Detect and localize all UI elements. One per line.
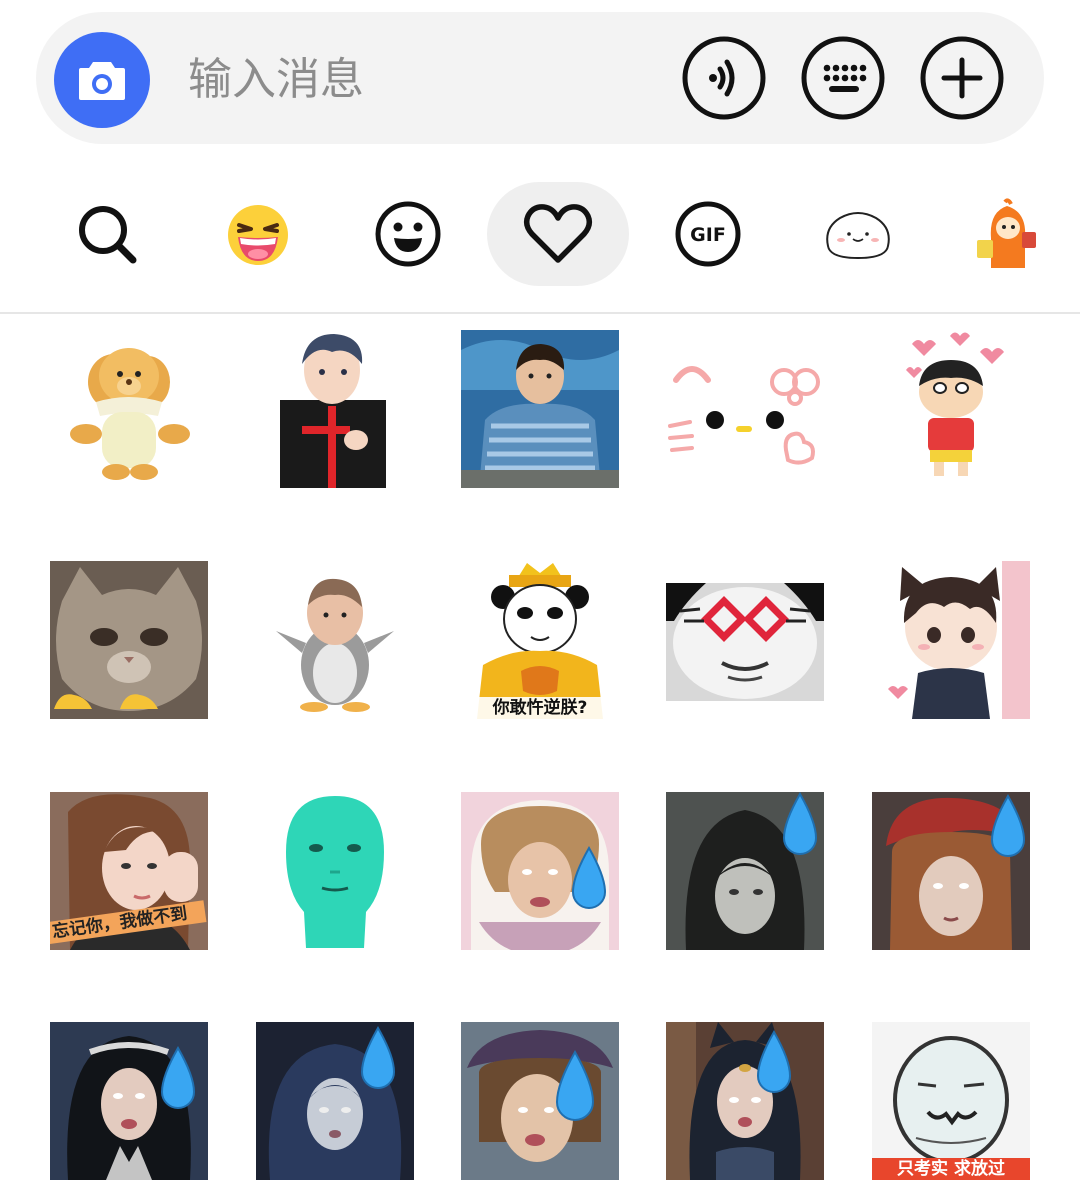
gif-icon: GIF [675,201,741,267]
bun-face-icon [826,212,890,260]
camera-button[interactable] [54,32,150,128]
sticker-cat-closeup[interactable] [50,561,208,719]
search-icon [79,206,137,264]
tab-emoji[interactable] [337,182,479,286]
tab-bun-stickers[interactable] [787,182,929,286]
sticker-chibi-catboy[interactable] [872,561,1030,719]
sticker-caption: 你敢忤逆朕? [461,697,619,719]
sticker-panda-emperor[interactable]: 你敢忤逆朕? [461,561,619,719]
tab-character-stickers[interactable] [937,182,1079,286]
sticker-dark-hair-sweat[interactable] [50,1022,208,1180]
sticker-hooded-sweat[interactable] [666,792,824,950]
sticker-boy-striped-shirt[interactable] [461,330,619,488]
sticker-penguin-face[interactable] [256,561,414,719]
tab-gif[interactable]: GIF [637,182,779,286]
orange-character-icon [977,198,1036,268]
sticker-crayon-shin-chan[interactable] [872,330,1030,488]
svg-text:GIF: GIF [690,224,726,246]
sticker-sketch-face[interactable]: 只考实 求放过 [872,1022,1030,1180]
keyboard-button[interactable] [801,36,885,120]
plus-icon [920,36,1004,120]
sticker-panda-glasses[interactable] [666,561,824,719]
sticker-cute-cat-face[interactable] [666,330,824,488]
camera-icon [79,62,125,100]
tab-favorites[interactable] [487,182,629,286]
voice-button[interactable] [682,36,766,120]
smiley-icon [375,201,441,267]
laughing-face-icon [228,205,288,265]
sticker-girl-photo[interactable]: 忘记你，我做不到 [50,792,208,950]
sticker-red-beret-sweat[interactable] [872,792,1030,950]
sticker-anime-boy[interactable] [256,330,414,488]
voice-icon [682,36,766,120]
keyboard-icon [801,36,885,120]
message-input-bar [36,12,1044,144]
heart-icon [523,204,593,263]
sticker-caption: 只考实 求放过 [872,1158,1030,1180]
message-input[interactable] [186,48,490,110]
tab-search[interactable] [36,182,178,286]
sticker-blue-hair-sweat[interactable] [256,1022,414,1180]
sticker-puppy-plush[interactable] [50,330,208,488]
plus-button[interactable] [920,36,1004,120]
sticker-green-head[interactable] [256,792,414,950]
sticker-hat-sweat[interactable] [461,1022,619,1180]
sticker-hooded-ears-sweat[interactable] [666,1022,824,1180]
tab-laughing-emoji[interactable] [187,182,329,286]
sticker-maid-sweat[interactable] [461,792,619,950]
tab-divider [0,312,1080,314]
